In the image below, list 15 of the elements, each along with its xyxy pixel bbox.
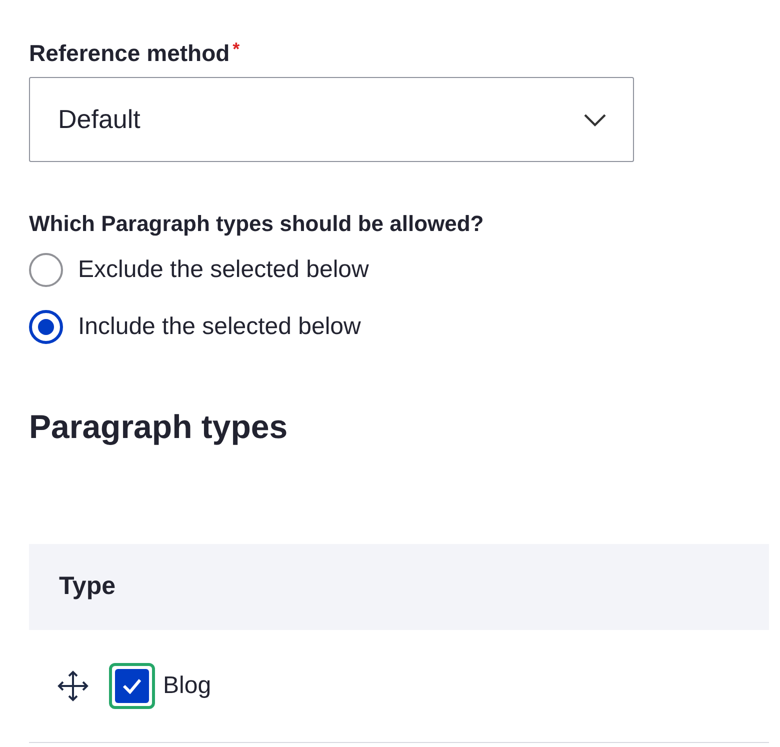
radio-button[interactable] (29, 310, 63, 344)
radio-label[interactable]: Exclude the selected below (78, 252, 369, 288)
chevron-down-icon (583, 112, 607, 126)
checkbox[interactable] (109, 662, 155, 708)
question-label: Which Paragraph types should be allowed? (29, 210, 485, 238)
check-icon (122, 678, 142, 694)
type-label: Blog (163, 670, 212, 700)
select-field[interactable]: Default (29, 77, 634, 162)
drag-handle-icon[interactable] (57, 670, 89, 702)
field-label: Reference method (29, 39, 230, 68)
radio-label[interactable]: Include the selected below (78, 309, 361, 345)
column-header: Type (59, 570, 116, 602)
required-mark: * (232, 38, 240, 61)
radio-button[interactable] (29, 253, 63, 287)
section-heading: Paragraph types (29, 407, 289, 447)
